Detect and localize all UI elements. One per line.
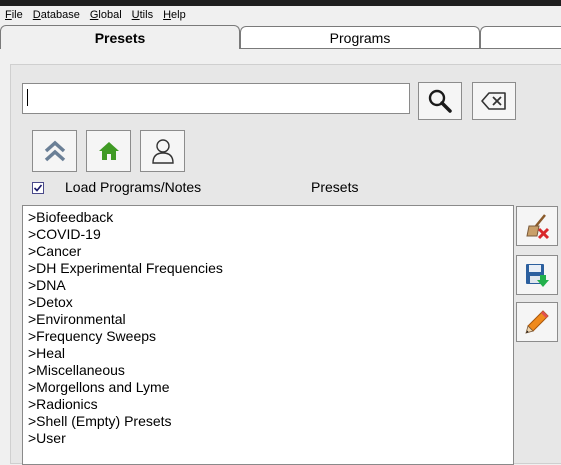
list-item[interactable]: >Miscellaneous <box>28 362 513 379</box>
home-icon <box>98 142 119 160</box>
list-item[interactable]: >Shell (Empty) Presets <box>28 413 513 430</box>
save-preset-button[interactable] <box>516 255 558 295</box>
search-input[interactable] <box>22 83 410 114</box>
list-item[interactable]: >Biofeedback <box>28 209 513 226</box>
menu-global[interactable]: Global <box>85 6 127 24</box>
broom-delete-icon <box>526 214 550 240</box>
home-button[interactable] <box>86 130 131 172</box>
text-caret <box>27 89 28 106</box>
presets-list[interactable]: >Biofeedback >COVID-19 >Cancer >DH Exper… <box>22 205 514 465</box>
navigate-up-button[interactable] <box>32 130 77 172</box>
backspace-icon <box>481 92 506 110</box>
section-label: Presets <box>311 179 359 195</box>
list-item[interactable]: >Cancer <box>28 243 513 260</box>
list-item[interactable]: >Frequency Sweeps <box>28 328 513 345</box>
list-item[interactable]: >DNA <box>28 277 513 294</box>
list-item[interactable]: >Heal <box>28 345 513 362</box>
menu-file[interactable]: File <box>0 6 28 24</box>
list-item[interactable]: >User <box>28 430 513 447</box>
list-item[interactable]: >COVID-19 <box>28 226 513 243</box>
load-programs-notes-label: Load Programs/Notes <box>65 179 202 195</box>
pencil-icon <box>525 310 549 334</box>
list-item[interactable]: >Radionics <box>28 396 513 413</box>
list-item[interactable]: >DH Experimental Frequencies <box>28 260 513 277</box>
tab-extra[interactable] <box>480 26 561 48</box>
list-item[interactable]: >Environmental <box>28 311 513 328</box>
double-chevron-up-icon <box>44 140 65 162</box>
menu-database[interactable]: Database <box>28 6 85 24</box>
menu-bar: File Database Global Utils Help <box>0 6 561 24</box>
list-item[interactable]: >Morgellons and Lyme <box>28 379 513 396</box>
magnifier-icon <box>428 89 452 113</box>
delete-preset-button[interactable] <box>516 206 558 246</box>
user-button[interactable] <box>140 130 185 172</box>
list-item[interactable]: >Detox <box>28 294 513 311</box>
save-disk-icon <box>526 264 549 287</box>
tab-presets[interactable]: Presets <box>0 25 240 49</box>
edit-preset-button[interactable] <box>516 302 558 342</box>
load-programs-notes-checkbox[interactable] <box>32 182 44 194</box>
checkmark-icon <box>33 184 43 192</box>
clear-search-button[interactable] <box>472 82 516 120</box>
search-button[interactable] <box>418 82 462 120</box>
user-icon <box>151 139 174 164</box>
tab-divider <box>240 48 561 49</box>
tab-programs[interactable]: Programs <box>240 26 480 48</box>
menu-help[interactable]: Help <box>158 6 191 24</box>
menu-utils[interactable]: Utils <box>127 6 158 24</box>
